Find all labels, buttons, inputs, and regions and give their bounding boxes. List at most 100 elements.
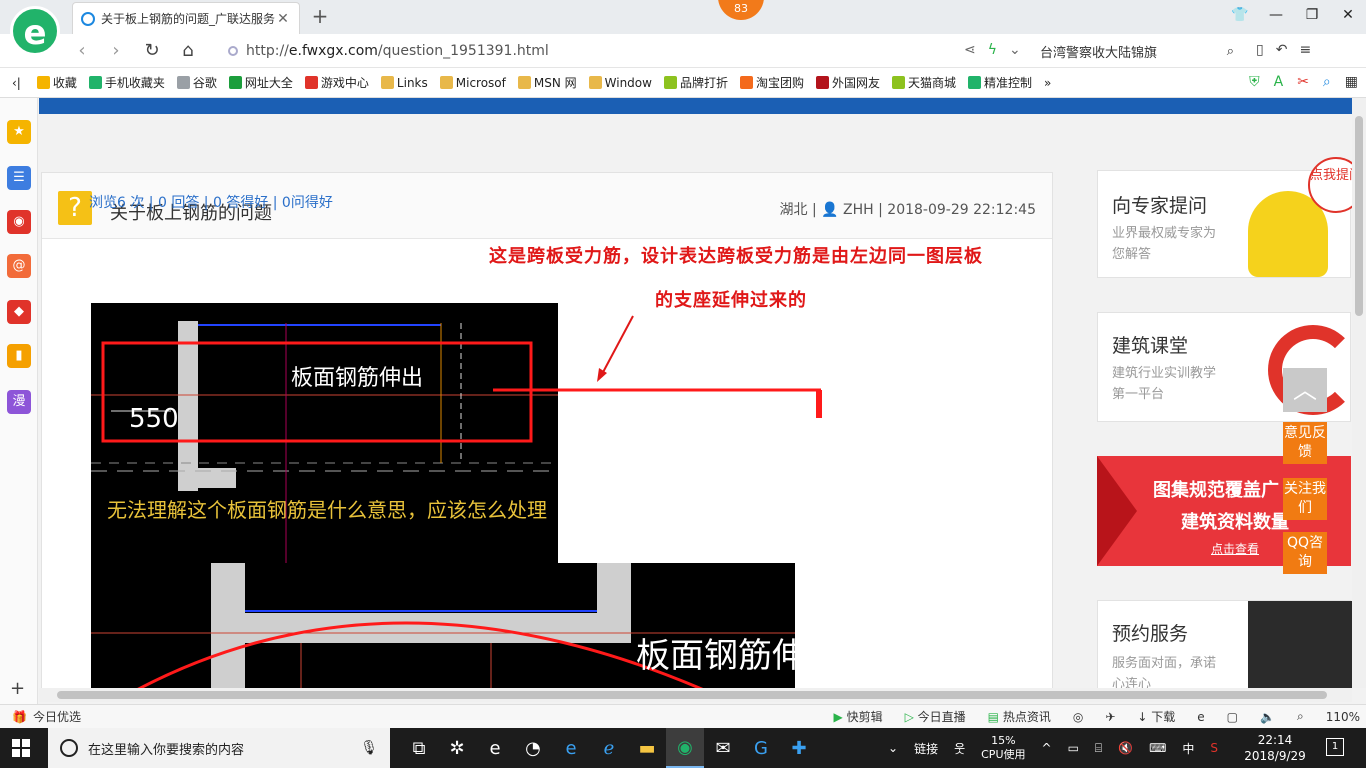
mail-icon[interactable]: @: [7, 254, 31, 278]
skin-icon[interactable]: 👕: [1222, 0, 1258, 30]
download-button[interactable]: ↓ 下载: [1137, 708, 1175, 725]
start-button[interactable]: [12, 739, 30, 757]
bookmark-item[interactable]: 手机收藏夹: [88, 74, 165, 91]
bookmark-item[interactable]: 品牌打折: [663, 74, 728, 91]
follow-us-button[interactable]: 关注我们: [1283, 478, 1327, 520]
app-icon[interactable]: ✚: [780, 728, 818, 768]
app-icon[interactable]: ◔: [514, 728, 552, 768]
battery-icon[interactable]: ▭: [1060, 741, 1087, 755]
feedback-button[interactable]: 意见反馈: [1283, 422, 1327, 464]
taskbar-search[interactable]: 在这里输入你要搜索的内容 🎙: [48, 728, 390, 768]
bookmark-item[interactable]: Links: [380, 76, 428, 90]
hot-news-button[interactable]: ▤ 热点资讯: [988, 708, 1051, 725]
news-icon[interactable]: ☰: [7, 166, 31, 190]
browser-logo[interactable]: e: [10, 6, 60, 56]
cad-image-2[interactable]: 板面钢筋伸出: [91, 563, 795, 688]
share-icon[interactable]: ⋖: [964, 42, 976, 58]
browser-tab[interactable]: 关于板上钢筋的问题_广联达服务 ✕: [72, 2, 300, 34]
bookmark-item[interactable]: Window: [588, 76, 652, 90]
refresh-button[interactable]: ↻: [140, 40, 164, 61]
keyboard-icon[interactable]: ⌨: [1141, 741, 1174, 755]
action-center-button[interactable]: 1: [1326, 738, 1344, 756]
add-sidebar-button[interactable]: +: [10, 678, 25, 699]
fan-icon[interactable]: ✲: [438, 728, 476, 768]
today-picks[interactable]: 🎁 今日优选: [12, 708, 81, 725]
mail-icon[interactable]: ✉: [704, 728, 742, 768]
tray-link[interactable]: 链接: [906, 740, 946, 757]
ask-expert-card[interactable]: 向专家提问 业界最权威专家为您解答 点我提问: [1097, 157, 1352, 278]
live-button[interactable]: ▷ 今日直播: [905, 708, 966, 725]
bookmark-item[interactable]: MSN 网: [517, 74, 577, 91]
weibo-icon[interactable]: ◉: [7, 210, 31, 234]
bookmark-item[interactable]: 淘宝团购: [739, 74, 804, 91]
internet-explorer-icon[interactable]: ℯ: [590, 728, 628, 768]
zoom-icon[interactable]: ⌕: [1297, 709, 1304, 724]
banner-link[interactable]: 点击查看: [1211, 540, 1259, 557]
search-icon[interactable]: ⌕: [1227, 44, 1234, 59]
close-tab-icon[interactable]: ✕: [275, 11, 291, 27]
bookmark-item[interactable]: 网址大全: [228, 74, 293, 91]
ie-browser-icon[interactable]: e: [476, 728, 514, 768]
search-input[interactable]: 台湾警察收大陆锦旗 ⌕: [1040, 40, 1240, 62]
zoom-level[interactable]: 110%: [1326, 710, 1360, 724]
bookmark-item[interactable]: 谷歌: [176, 74, 217, 91]
bookmark-item[interactable]: 外国网友: [816, 74, 880, 91]
scissors-icon[interactable]: ✂: [1297, 74, 1309, 90]
new-tab-button[interactable]: +: [308, 4, 332, 28]
url-input[interactable]: http:// e.fwxgx.com /question_1951391.ht…: [228, 40, 948, 62]
task-view-icon[interactable]: ⧉: [400, 728, 438, 768]
tray-chevron-icon[interactable]: ⌄: [880, 741, 906, 755]
chevron-down-icon[interactable]: ⌄: [1009, 42, 1021, 58]
scroll-thumb[interactable]: [57, 691, 1327, 699]
horizontal-scrollbar[interactable]: [39, 688, 1352, 702]
star-icon[interactable]: ★: [7, 120, 31, 144]
minimize-button[interactable]: —: [1258, 0, 1294, 30]
sogou-icon[interactable]: S: [1202, 741, 1226, 755]
pin-icon[interactable]: ✈: [1105, 710, 1115, 724]
network-icon[interactable]: ⌸: [1087, 741, 1110, 756]
glodon-icon[interactable]: G: [742, 728, 780, 768]
security-icon[interactable]: [228, 46, 238, 56]
manga-icon[interactable]: 漫: [7, 390, 31, 414]
undo-icon[interactable]: ↶: [1276, 42, 1288, 58]
mute-icon[interactable]: 🔇: [1110, 741, 1141, 755]
back-to-top-button[interactable]: ︿: [1283, 368, 1327, 412]
phone-icon[interactable]: ▯: [1256, 42, 1264, 58]
speed-icon[interactable]: ◎: [1073, 710, 1083, 724]
shield-icon[interactable]: ⛨: [1249, 74, 1260, 90]
vertical-scrollbar[interactable]: [1352, 98, 1366, 688]
menu-icon[interactable]: ≡: [1299, 42, 1311, 58]
cpu-usage[interactable]: 15% CPU使用: [973, 734, 1033, 762]
back-button[interactable]: ‹: [70, 40, 94, 61]
close-window-button[interactable]: ✕: [1330, 0, 1366, 30]
bookmark-item[interactable]: 天猫商城: [892, 74, 956, 91]
bookmark-item[interactable]: 游戏中心: [304, 74, 369, 91]
ie-icon[interactable]: e: [1197, 710, 1204, 724]
lightning-icon[interactable]: ϟ: [988, 42, 997, 58]
restore-button[interactable]: ❐: [1294, 0, 1330, 30]
window-icon[interactable]: ▢: [1227, 710, 1238, 724]
game-icon[interactable]: ◆: [7, 300, 31, 324]
appointment-card[interactable]: 预约服务 服务面对面，承诺心连心: [1097, 600, 1352, 688]
bookmark-item[interactable]: 精准控制: [968, 74, 1032, 91]
360-browser-icon[interactable]: ◉: [666, 728, 704, 768]
magnifier-icon[interactable]: ⌕: [1323, 74, 1331, 90]
scroll-thumb[interactable]: [1355, 116, 1363, 316]
tray-up-icon[interactable]: ^: [1034, 741, 1060, 755]
people-icon[interactable]: 웃: [946, 740, 973, 757]
quick-clip-button[interactable]: ▶ 快剪辑: [834, 708, 883, 725]
forward-button[interactable]: ›: [104, 40, 128, 61]
volume-icon[interactable]: 🔈: [1260, 710, 1275, 724]
microphone-icon[interactable]: 🎙: [360, 740, 378, 756]
bookmark-collapse-icon[interactable]: ‹|: [12, 76, 21, 90]
ime-indicator[interactable]: 中: [1174, 740, 1202, 757]
file-explorer-icon[interactable]: ▬: [628, 728, 666, 768]
bookmarks-overflow-icon[interactable]: »: [1044, 76, 1051, 90]
bookmark-item[interactable]: Microsof: [439, 76, 506, 90]
grid-icon[interactable]: ▦: [1345, 74, 1358, 90]
translate-icon[interactable]: A: [1274, 74, 1284, 90]
qq-consult-button[interactable]: QQ咨询: [1283, 532, 1327, 574]
bookmark-item[interactable]: 收藏: [36, 74, 77, 91]
edge-icon[interactable]: e: [552, 728, 590, 768]
home-button[interactable]: ⌂: [176, 40, 200, 61]
